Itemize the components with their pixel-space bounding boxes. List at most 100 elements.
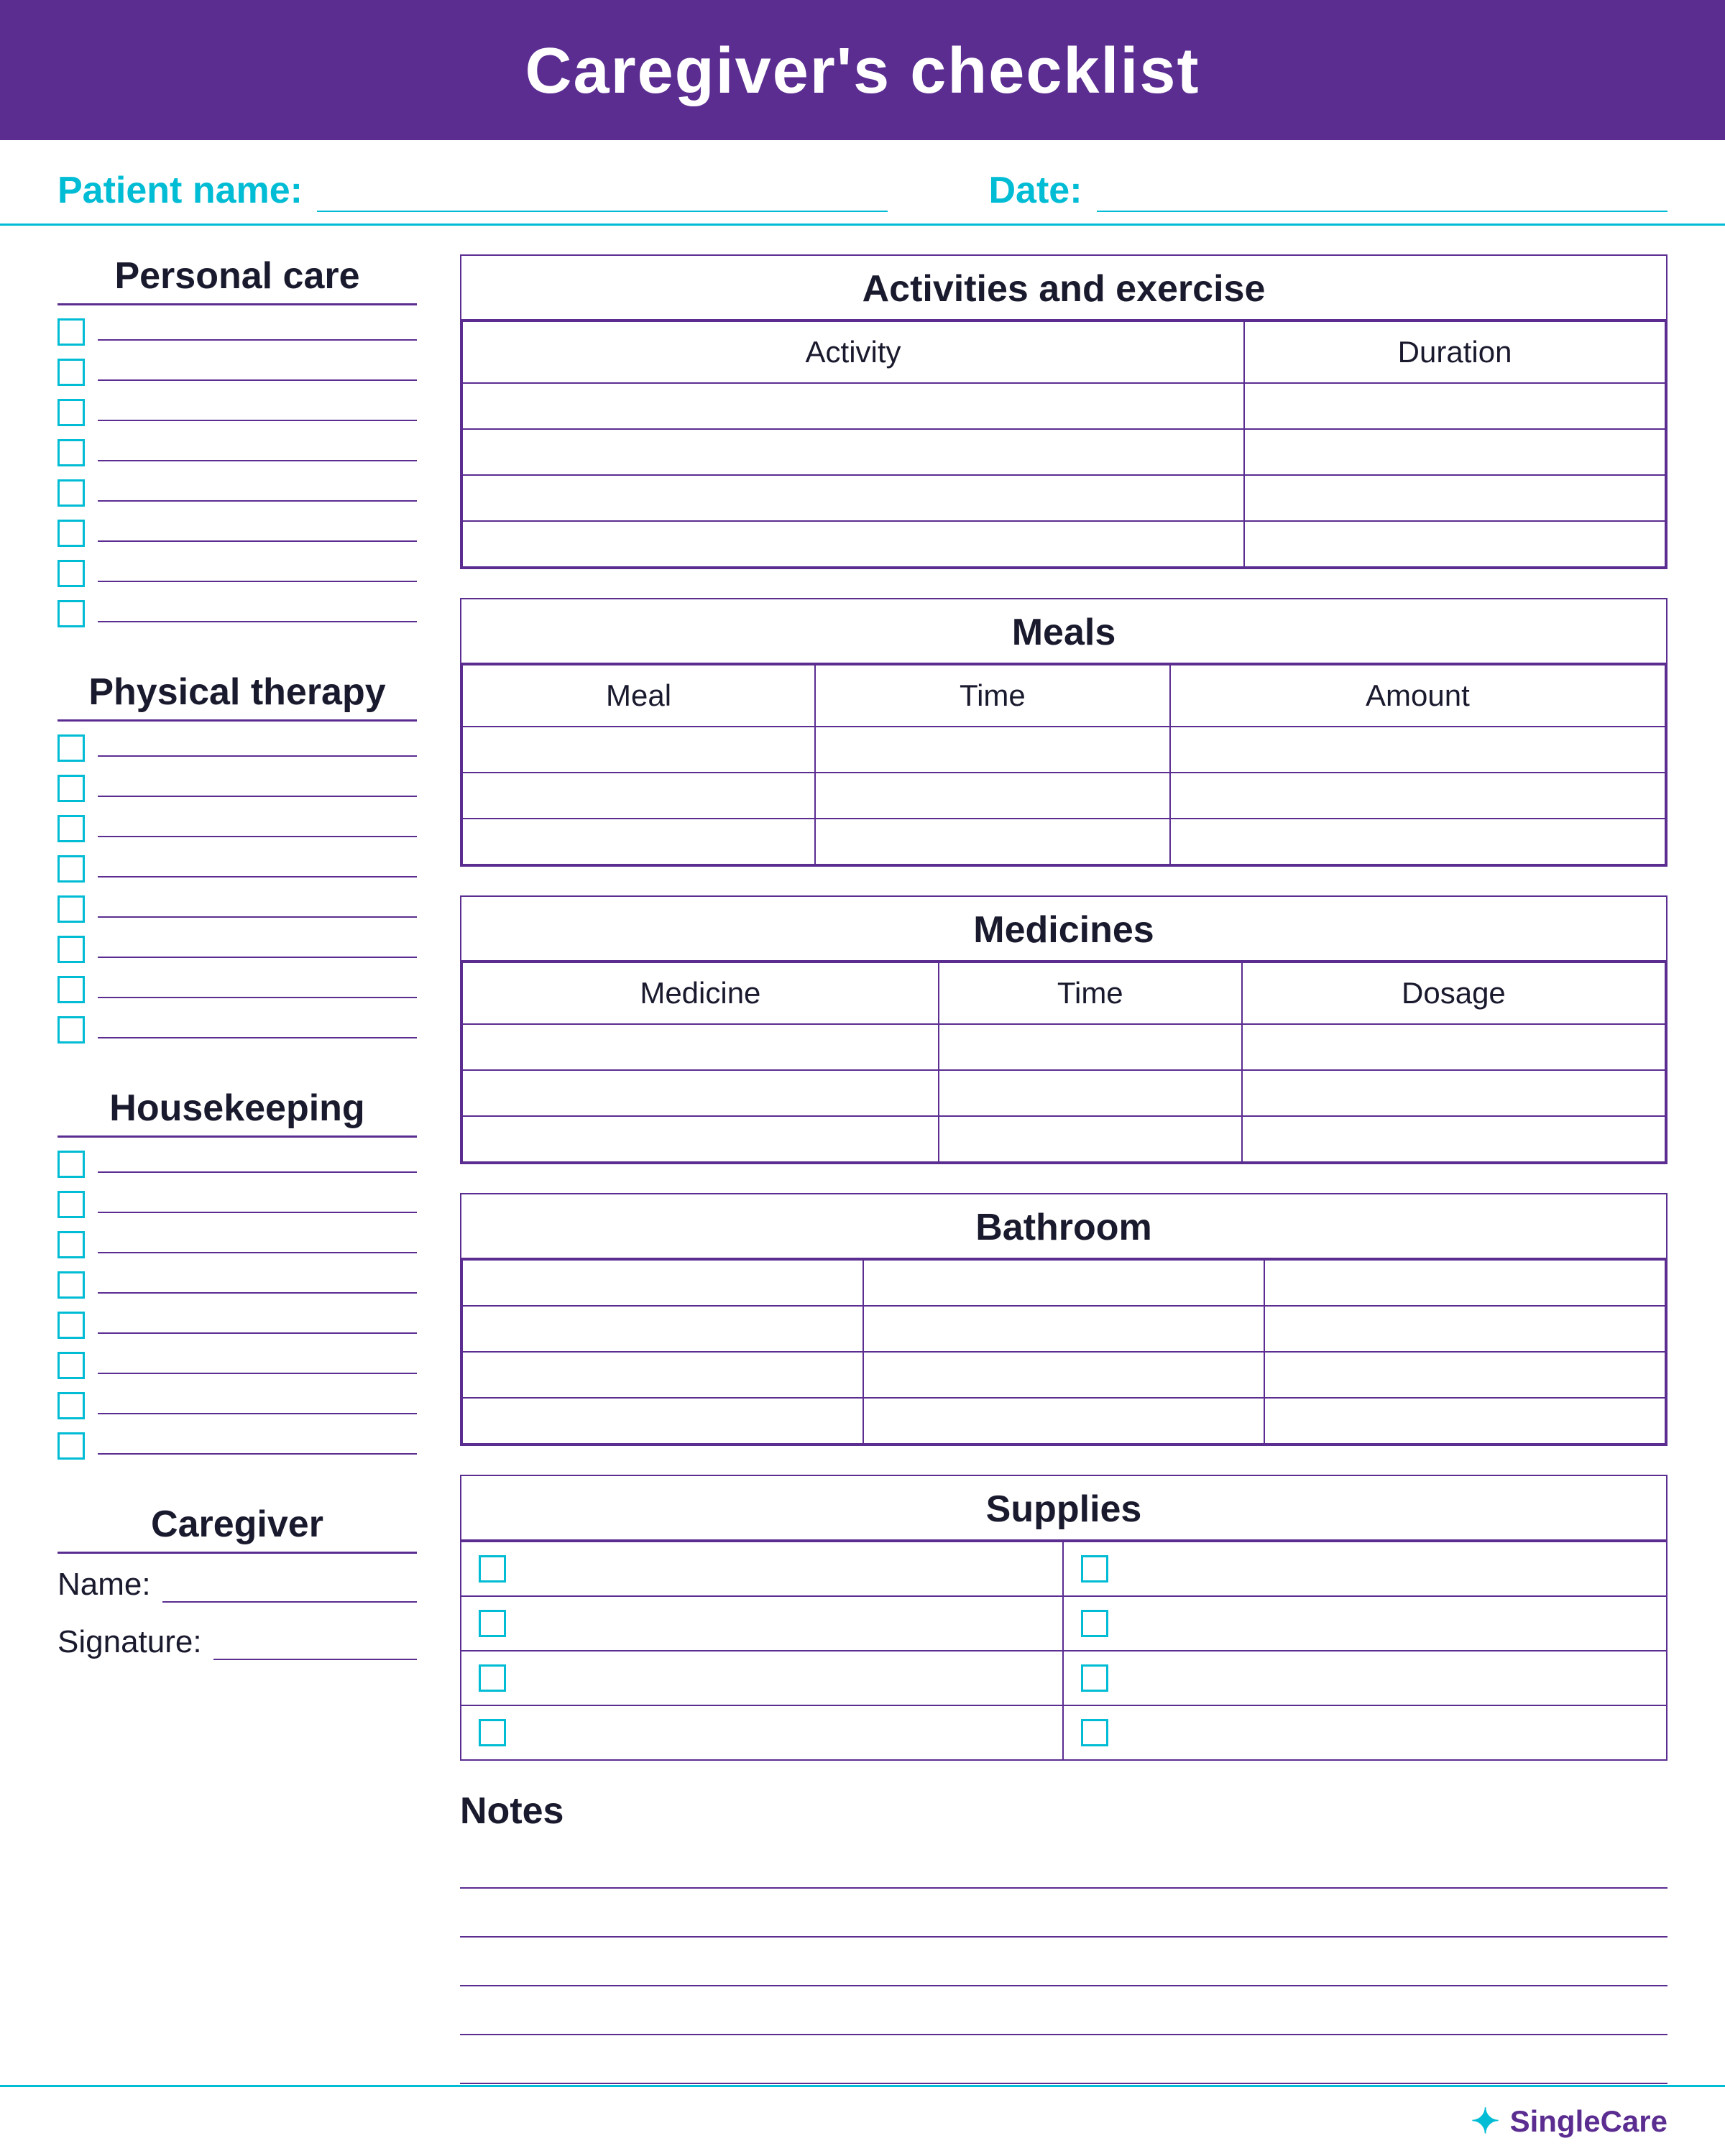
table-row[interactable]	[1170, 727, 1665, 773]
checkbox[interactable]	[58, 439, 85, 466]
item-line	[98, 1397, 417, 1414]
checkbox[interactable]	[58, 815, 85, 842]
patient-name-line[interactable]	[317, 186, 888, 212]
table-row[interactable]	[462, 1070, 939, 1116]
checkbox[interactable]	[58, 600, 85, 627]
table-row[interactable]	[462, 1260, 863, 1306]
checkbox[interactable]	[58, 775, 85, 802]
checkbox[interactable]	[58, 1352, 85, 1379]
main-content: Personal care Physical therapy	[0, 226, 1725, 2113]
table-row[interactable]	[1244, 475, 1665, 521]
checkbox[interactable]	[58, 1016, 85, 1044]
table-row[interactable]	[863, 1306, 1264, 1352]
notes-line[interactable]	[460, 1999, 1668, 2035]
list-item	[58, 479, 417, 507]
checkbox[interactable]	[58, 1231, 85, 1258]
date-line[interactable]	[1097, 186, 1668, 212]
table-row[interactable]	[462, 773, 815, 819]
checkbox[interactable]	[58, 359, 85, 386]
checkbox[interactable]	[58, 1151, 85, 1178]
table-row[interactable]	[1244, 521, 1665, 567]
checkbox[interactable]	[58, 734, 85, 762]
table-row[interactable]	[462, 1116, 939, 1162]
table-row[interactable]	[1264, 1306, 1665, 1352]
notes-line[interactable]	[460, 1853, 1668, 1889]
notes-line[interactable]	[460, 1950, 1668, 1986]
checkbox[interactable]	[58, 895, 85, 923]
table-row[interactable]	[1242, 1070, 1665, 1116]
caregiver-name-label: Name:	[58, 1567, 151, 1603]
caregiver-title: Caregiver	[58, 1503, 417, 1554]
checkbox[interactable]	[58, 1312, 85, 1339]
table-row[interactable]	[939, 1024, 1242, 1070]
meals-col-amount: Amount	[1170, 665, 1665, 727]
medicines-table: Medicine Time Dosage	[461, 962, 1666, 1163]
checkbox[interactable]	[58, 855, 85, 883]
table-row[interactable]	[1170, 773, 1665, 819]
notes-line[interactable]	[460, 1902, 1668, 1938]
checkbox[interactable]	[58, 318, 85, 346]
date-label: Date:	[988, 169, 1082, 212]
item-line	[98, 323, 417, 341]
caregiver-signature-line[interactable]	[213, 1640, 417, 1660]
supply-checkbox[interactable]	[1081, 1555, 1108, 1583]
supply-checkbox[interactable]	[1081, 1719, 1108, 1746]
table-row[interactable]	[815, 727, 1170, 773]
table-row[interactable]	[1264, 1260, 1665, 1306]
list-item	[58, 359, 417, 386]
table-row[interactable]	[863, 1260, 1264, 1306]
table-row[interactable]	[939, 1070, 1242, 1116]
checkbox[interactable]	[58, 1432, 85, 1460]
table-row[interactable]	[1244, 429, 1665, 475]
checkbox[interactable]	[58, 1392, 85, 1419]
table-row[interactable]	[939, 1116, 1242, 1162]
table-row[interactable]	[462, 429, 1244, 475]
table-row[interactable]	[1264, 1352, 1665, 1398]
item-line	[98, 941, 417, 958]
table-row[interactable]	[462, 1352, 863, 1398]
supply-checkbox[interactable]	[479, 1610, 506, 1637]
table-row[interactable]	[462, 383, 1244, 429]
table-row[interactable]	[462, 727, 815, 773]
checkbox[interactable]	[58, 976, 85, 1003]
supply-checkbox[interactable]	[1081, 1664, 1108, 1692]
notes-section: Notes	[460, 1789, 1668, 2084]
table-row[interactable]	[1242, 1116, 1665, 1162]
notes-line[interactable]	[460, 2048, 1668, 2084]
table-row[interactable]	[462, 1306, 863, 1352]
supply-checkbox[interactable]	[1081, 1610, 1108, 1637]
item-line	[98, 444, 417, 461]
list-item	[58, 1432, 417, 1460]
checkbox[interactable]	[58, 520, 85, 547]
checkbox[interactable]	[58, 1271, 85, 1299]
table-row[interactable]	[863, 1352, 1264, 1398]
checkbox[interactable]	[58, 1191, 85, 1218]
table-row[interactable]	[1264, 1398, 1665, 1444]
checkbox[interactable]	[58, 399, 85, 426]
medicines-col-dosage: Dosage	[1242, 962, 1665, 1024]
table-row[interactable]	[815, 773, 1170, 819]
meals-col-time: Time	[815, 665, 1170, 727]
table-row[interactable]	[863, 1398, 1264, 1444]
checkbox[interactable]	[58, 479, 85, 507]
table-row[interactable]	[1244, 383, 1665, 429]
table-row[interactable]	[462, 1398, 863, 1444]
supply-checkbox[interactable]	[479, 1555, 506, 1583]
table-row[interactable]	[1170, 819, 1665, 865]
table-row[interactable]	[815, 819, 1170, 865]
notes-label: Notes	[460, 1789, 1668, 1838]
table-row[interactable]	[1242, 1024, 1665, 1070]
left-column: Personal care Physical therapy	[58, 254, 417, 2113]
checkbox[interactable]	[58, 560, 85, 587]
supply-checkbox[interactable]	[479, 1664, 506, 1692]
table-row[interactable]	[462, 819, 815, 865]
table-row[interactable]	[462, 521, 1244, 567]
checkbox[interactable]	[58, 936, 85, 963]
table-row[interactable]	[462, 1024, 939, 1070]
caregiver-name-line[interactable]	[162, 1583, 417, 1603]
medicines-col-medicine: Medicine	[462, 962, 939, 1024]
supply-checkbox[interactable]	[479, 1719, 506, 1746]
table-row[interactable]	[462, 475, 1244, 521]
list-item	[58, 895, 417, 923]
supply-line	[1121, 1669, 1649, 1687]
